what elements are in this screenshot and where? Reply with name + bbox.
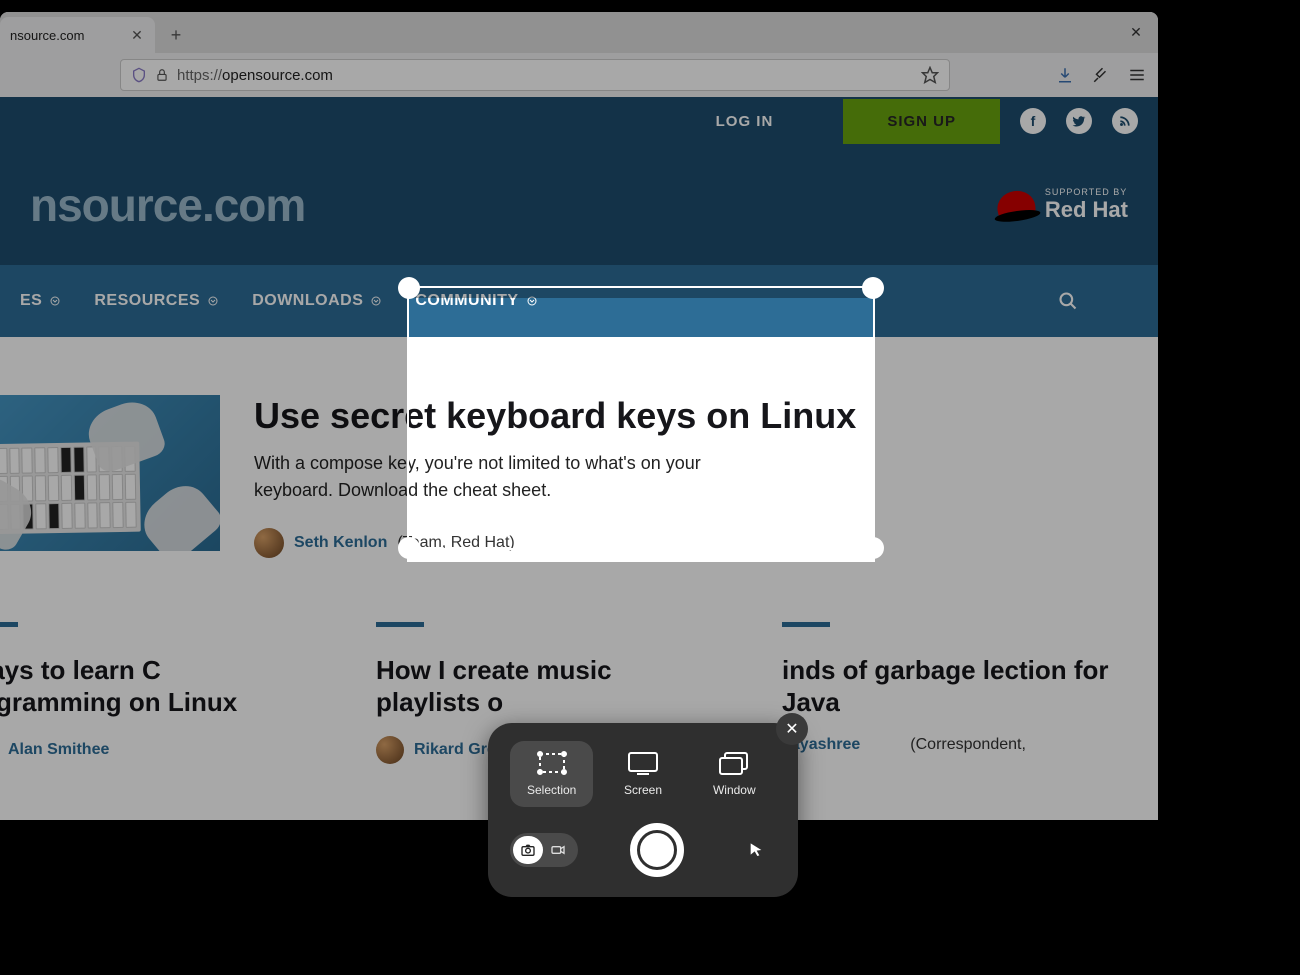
window-close-button[interactable]: ✕ <box>1114 12 1158 53</box>
redhat-supported-by: SUPPORTED BY <box>1045 187 1128 197</box>
redhat-hat-icon <box>995 188 1037 221</box>
toolbar-icons <box>1056 66 1146 84</box>
selection-handle-br[interactable] <box>862 537 884 559</box>
selection-handle-bl[interactable] <box>398 537 420 559</box>
avatar <box>376 736 404 764</box>
author-link[interactable]: Alan Smithee <box>8 741 109 759</box>
redhat-sponsor[interactable]: SUPPORTED BY Red Hat <box>997 187 1128 223</box>
nav-item-downloads[interactable]: DOWNLOADS <box>252 292 381 310</box>
nav-item-categories[interactable]: ES <box>20 292 60 310</box>
hero-image[interactable] <box>0 395 220 551</box>
article-title[interactable]: How I create music playlists o <box>376 655 722 717</box>
article-card: inds of garbage lection for Java Jayashr… <box>782 622 1128 763</box>
login-link[interactable]: LOG IN <box>716 113 774 130</box>
photo-mode-icon[interactable] <box>513 836 543 864</box>
accent-bar <box>376 622 424 627</box>
mode-window-button[interactable]: Window <box>693 741 776 807</box>
article-title[interactable]: ways to learn C rogramming on Linux <box>0 655 316 717</box>
mode-selection-button[interactable]: Selection <box>510 741 593 807</box>
photo-video-toggle[interactable] <box>510 833 578 867</box>
mode-label: Screen <box>624 783 662 797</box>
mode-label: Window <box>713 783 756 797</box>
selection-handle-tl[interactable] <box>398 277 420 299</box>
author-link[interactable]: Rikard Gro <box>414 741 497 759</box>
rss-icon[interactable] <box>1112 108 1138 134</box>
capture-mode-row: Selection Screen Window <box>510 741 776 807</box>
tab-close-icon[interactable]: ✕ <box>129 27 145 43</box>
bookmark-star-icon[interactable] <box>921 66 939 84</box>
mode-label: Selection <box>527 783 576 797</box>
brand-row: nsource.com SUPPORTED BY Red Hat <box>0 145 1158 265</box>
window-icon <box>718 751 750 775</box>
redhat-label: Red Hat <box>1045 197 1128 222</box>
mode-screen-button[interactable]: Screen <box>601 741 684 807</box>
address-bar[interactable]: https://opensource.com <box>120 59 950 91</box>
author-link[interactable]: Seth Kenlon <box>294 534 387 552</box>
selection-icon <box>536 751 568 775</box>
nav-search-icon[interactable] <box>1058 291 1078 311</box>
capture-action-row <box>510 823 776 877</box>
capture-button[interactable] <box>630 823 684 877</box>
chevron-down-icon <box>50 296 60 306</box>
site-logo[interactable]: nsource.com <box>30 178 305 232</box>
downloads-icon[interactable] <box>1056 66 1074 84</box>
author-role: (Correspondent, <box>910 736 1026 754</box>
article-card: ways to learn C rogramming on Linux Alan… <box>0 622 316 763</box>
browser-tab[interactable]: nsource.com ✕ <box>0 17 155 53</box>
lock-icon <box>155 68 169 82</box>
tab-bar: nsource.com ✕ + ✕ <box>0 12 1158 53</box>
accent-bar <box>782 622 830 627</box>
nav-item-resources[interactable]: RESOURCES <box>94 292 218 310</box>
chevron-down-icon <box>371 296 381 306</box>
accent-bar <box>0 622 18 627</box>
tab-title: nsource.com <box>10 28 121 43</box>
new-tab-button[interactable]: + <box>161 20 191 50</box>
shield-icon <box>131 67 147 83</box>
article-title[interactable]: inds of garbage lection for Java <box>782 655 1128 717</box>
screenshot-toolbar: ✕ Selection Screen Window <box>488 723 798 897</box>
signup-button[interactable]: SIGN UP <box>843 99 1000 144</box>
facebook-icon[interactable]: f <box>1020 108 1046 134</box>
dev-tools-icon[interactable] <box>1092 66 1110 84</box>
chevron-down-icon <box>208 296 218 306</box>
screen-icon <box>627 751 659 775</box>
avatar <box>254 528 284 558</box>
hamburger-menu-icon[interactable] <box>1128 66 1146 84</box>
url-text: https://opensource.com <box>177 67 913 84</box>
screenshot-selection[interactable] <box>407 286 875 550</box>
url-toolbar: https://opensource.com <box>0 53 1158 97</box>
top-actions-bar: LOG IN SIGN UP f <box>0 97 1158 145</box>
video-mode-icon[interactable] <box>543 836 573 864</box>
selection-handle-tr[interactable] <box>862 277 884 299</box>
show-pointer-toggle[interactable] <box>736 842 776 858</box>
screenshot-close-button[interactable]: ✕ <box>776 713 808 745</box>
twitter-icon[interactable] <box>1066 108 1092 134</box>
